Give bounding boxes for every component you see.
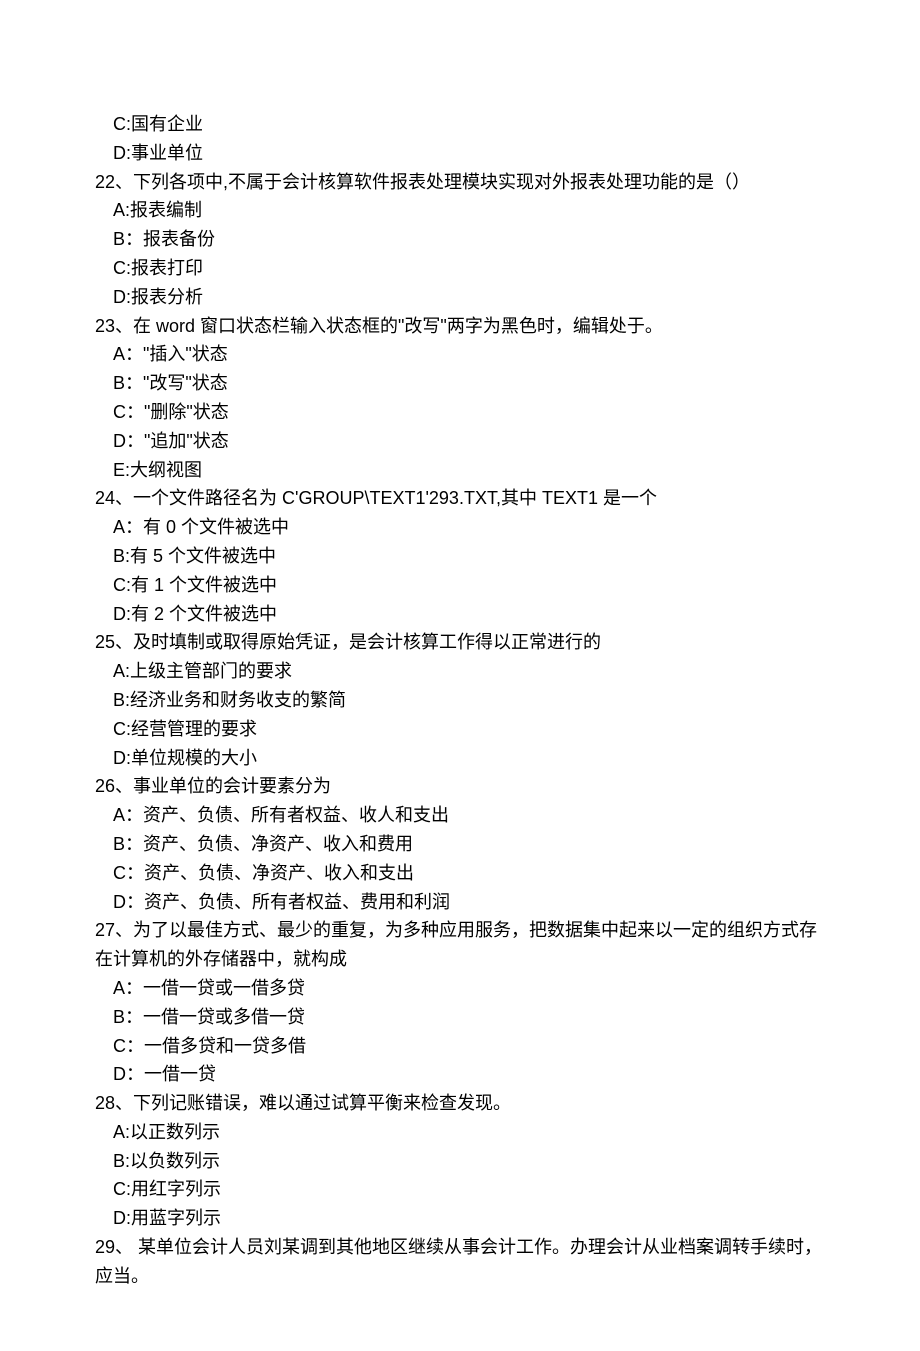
q25-option-d: D:单位规模的大小 [95,744,825,773]
q23-option-b: B："改写"状态 [95,369,825,398]
q23-option-c: C："删除"状态 [95,398,825,427]
q25-option-c: C:经营管理的要求 [95,715,825,744]
q25-stem: 25、及时填制或取得原始凭证，是会计核算工作得以正常进行的 [95,628,825,657]
q23-stem: 23、在 word 窗口状态栏输入状态框的"改写"两字为黑色时，编辑处于。 [95,312,825,341]
q24-option-d: D:有 2 个文件被选中 [95,600,825,629]
q26-option-d: D：资产、负债、所有者权益、费用和利润 [95,888,825,917]
q26-option-a: A：资产、负债、所有者权益、收人和支出 [95,801,825,830]
q23-option-a: A："插入"状态 [95,340,825,369]
q21-option-d: D:事业单位 [95,139,825,168]
q24-stem: 24、一个文件路径名为 C'GROUP\TEXT1'293.TXT,其中 TEX… [95,484,825,513]
q25-option-b: B:经济业务和财务收支的繁简 [95,686,825,715]
q27-option-a: A：一借一贷或一借多贷 [95,974,825,1003]
q22-stem: 22、下列各项中,不属于会计核算软件报表处理模块实现对外报表处理功能的是（） [95,168,825,197]
q24-option-b: B:有 5 个文件被选中 [95,542,825,571]
q22-option-d: D:报表分析 [95,283,825,312]
q26-stem: 26、事业单位的会计要素分为 [95,772,825,801]
q28-option-c: C:用红字列示 [95,1175,825,1204]
q22-option-b: B：报表备份 [95,225,825,254]
q27-option-c: C：一借多贷和一贷多借 [95,1032,825,1061]
q28-stem: 28、下列记账错误，难以通过试算平衡来检查发现。 [95,1089,825,1118]
q27-option-d: D：一借一贷 [95,1060,825,1089]
q25-option-a: A:上级主管部门的要求 [95,657,825,686]
q23-option-d: D："追加"状态 [95,427,825,456]
q27-stem: 27、为了以最佳方式、最少的重复，为多种应用服务，把数据集中起来以一定的组织方式… [95,916,825,974]
q22-option-a: A:报表编制 [95,196,825,225]
q22-option-c: C:报表打印 [95,254,825,283]
q26-option-b: B：资产、负债、净资产、收入和费用 [95,830,825,859]
q24-option-c: C:有 1 个文件被选中 [95,571,825,600]
q28-option-d: D:用蓝字列示 [95,1204,825,1233]
q27-option-b: B：一借一贷或多借一贷 [95,1003,825,1032]
q23-option-e: E:大纲视图 [95,456,825,485]
q28-option-b: B:以负数列示 [95,1147,825,1176]
q29-stem: 29、 某单位会计人员刘某调到其他地区继续从事会计工作。办理会计从业档案调转手续… [95,1233,825,1291]
q21-option-c: C:国有企业 [95,110,825,139]
q24-option-a: A：有 0 个文件被选中 [95,513,825,542]
q28-option-a: A:以正数列示 [95,1118,825,1147]
q26-option-c: C：资产、负债、净资产、收入和支出 [95,859,825,888]
